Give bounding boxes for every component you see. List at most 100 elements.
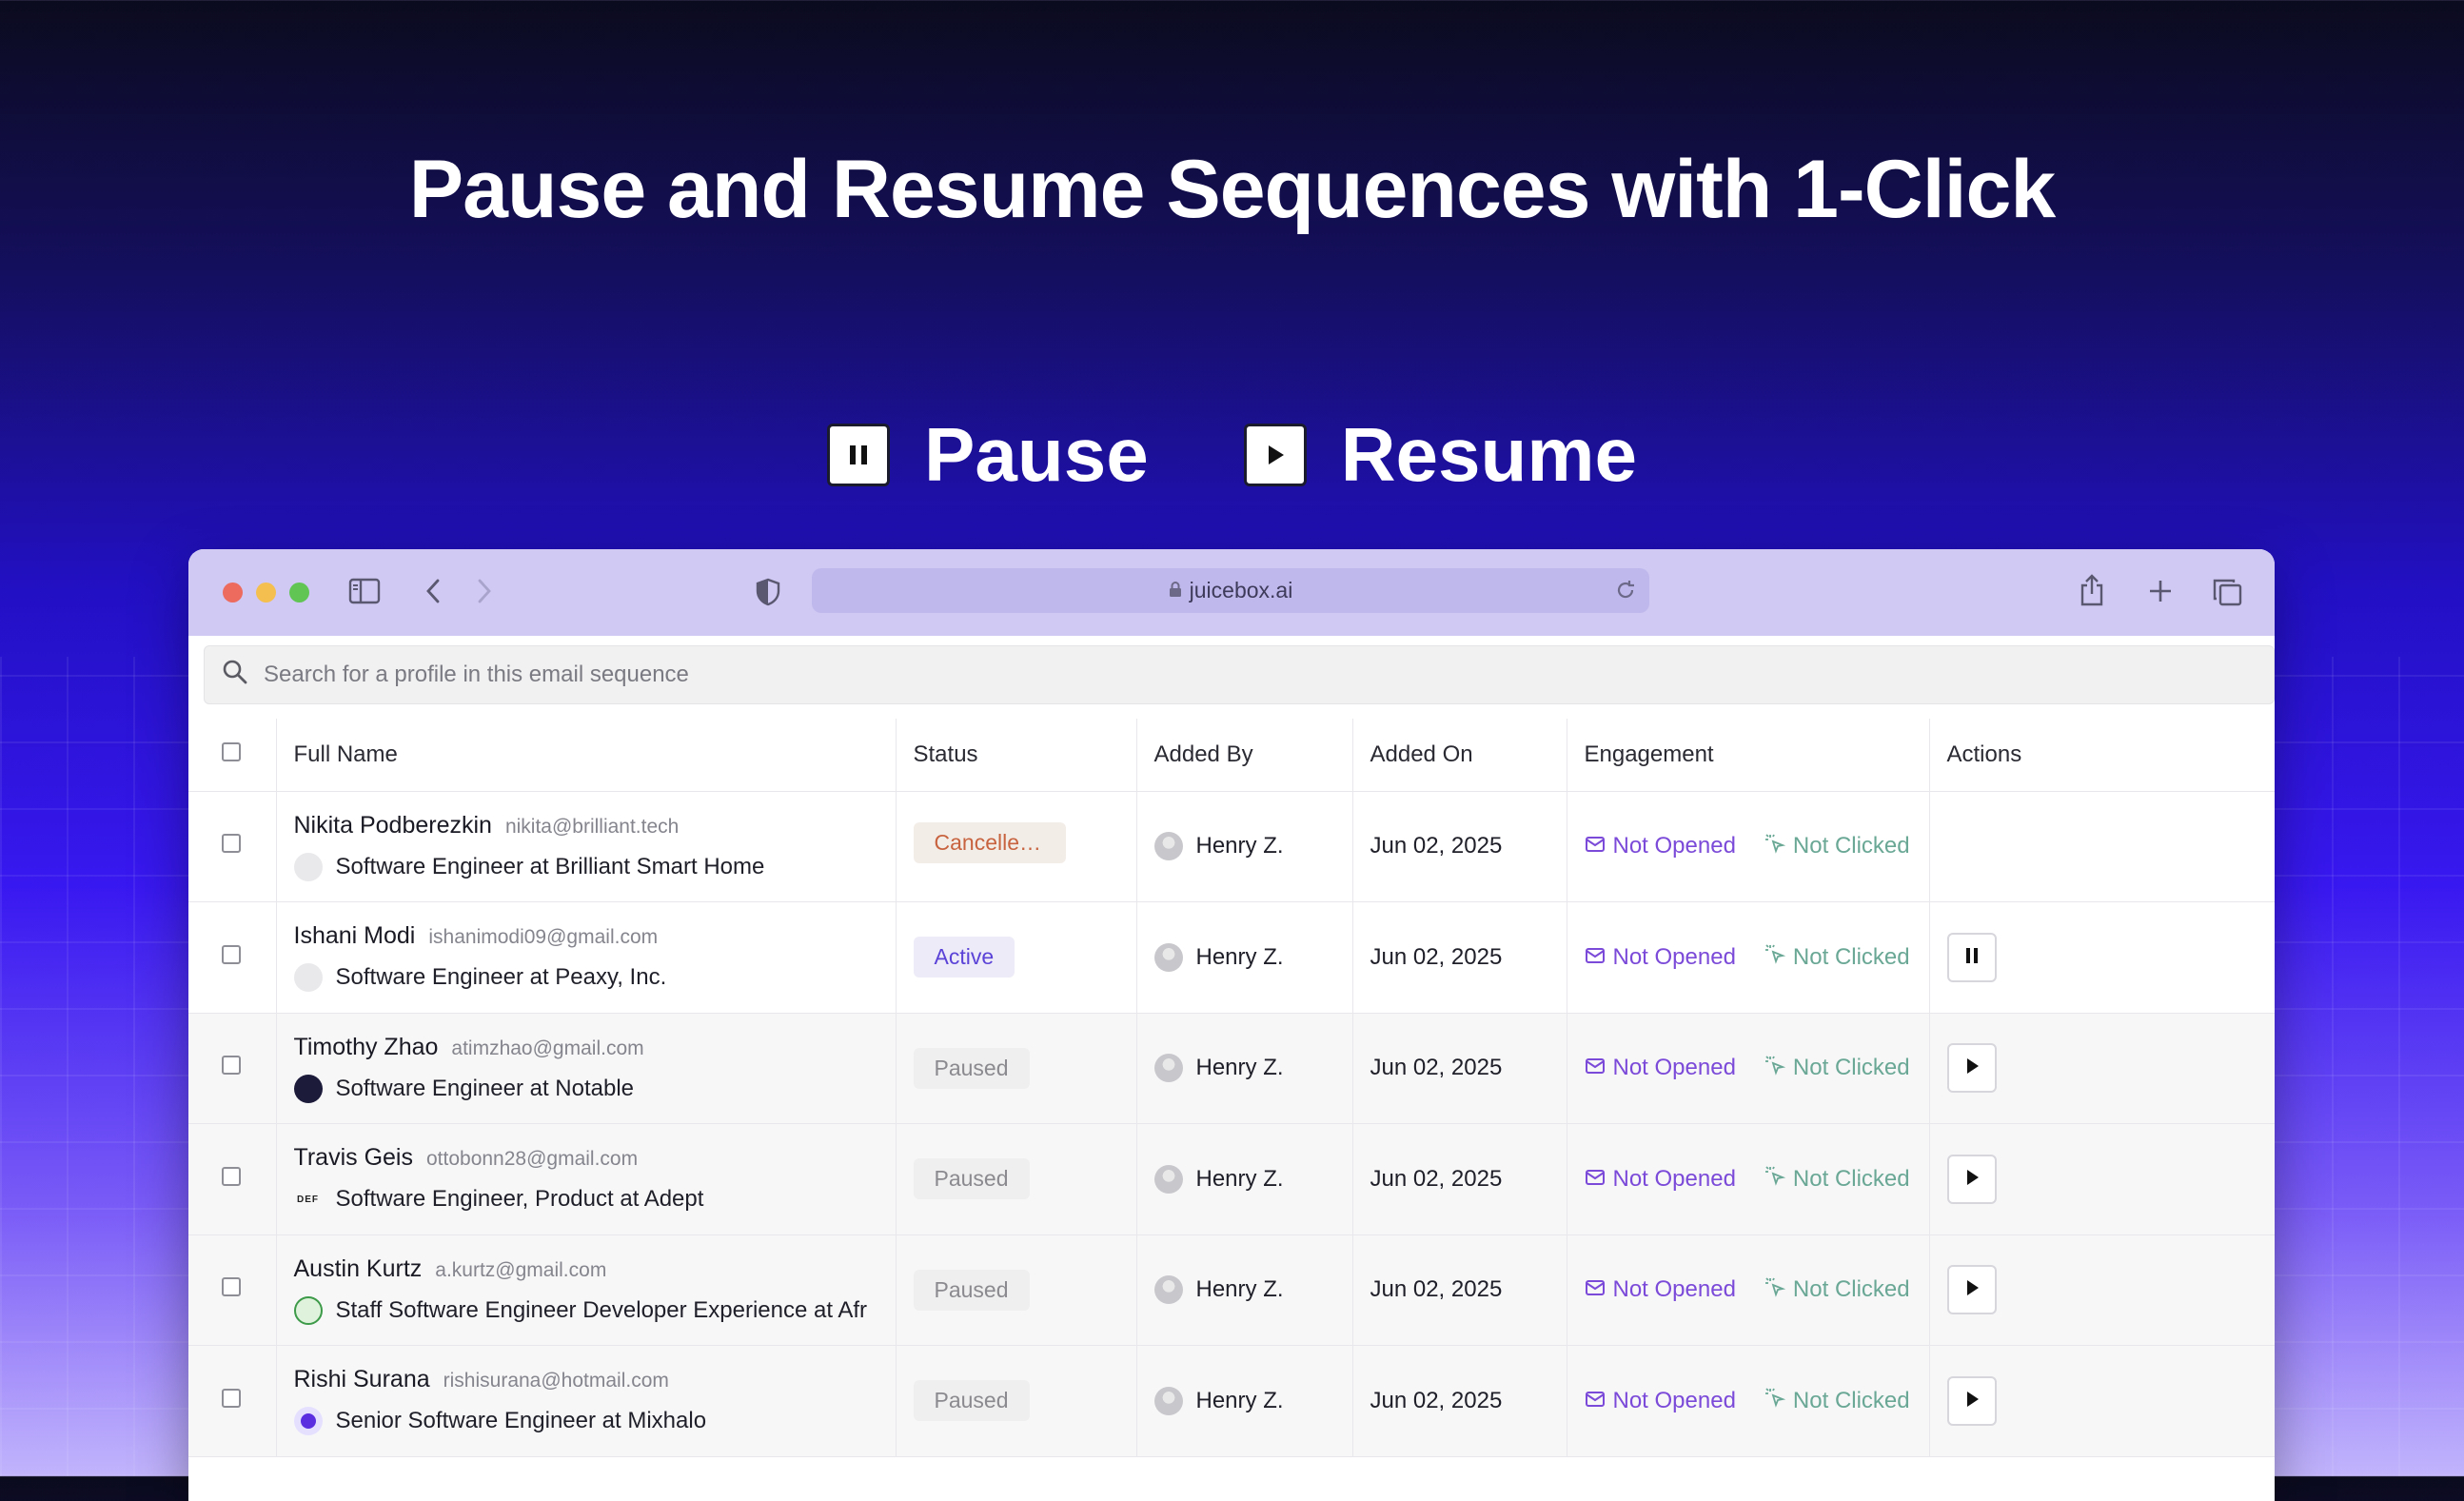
legend-resume-label: Resume [1340, 412, 1637, 497]
added-by-cell: Henry Z. [1136, 1345, 1353, 1457]
avatar [1153, 832, 1183, 861]
tabs-overview-icon[interactable] [2212, 578, 2242, 606]
profile-role: Senior Software Engineer at Mixhalo [335, 1408, 707, 1434]
pause-icon [1964, 944, 1980, 971]
added-by-name: Henry Z. [1195, 943, 1284, 970]
pause-sequence-button[interactable] [1946, 932, 1997, 982]
cursor-click-icon [1764, 1055, 1786, 1082]
play-icon [1964, 1276, 1980, 1303]
mail-icon [1585, 944, 1606, 971]
row-select-cell [188, 1123, 277, 1235]
search-placeholder: Search for a profile in this email seque… [264, 662, 689, 687]
column-header-added-by[interactable]: Added By [1136, 719, 1353, 792]
reload-icon[interactable] [1615, 580, 1636, 606]
opened-status: Not Opened [1585, 833, 1736, 859]
clicked-status: Not Clicked [1764, 943, 1910, 971]
row-checkbox[interactable] [222, 1056, 242, 1076]
row-checkbox[interactable] [222, 1277, 242, 1297]
opened-status: Not Opened [1585, 1166, 1736, 1193]
close-window-button[interactable] [223, 583, 243, 602]
table-row[interactable]: Travis Geis ottobonn28@gmail.com DEF Sof… [188, 1123, 2275, 1235]
company-logo-icon [293, 1074, 323, 1103]
avatar [1153, 1164, 1183, 1194]
row-select-cell [188, 1234, 277, 1346]
resume-sequence-button[interactable] [1946, 1375, 1997, 1426]
profile-name[interactable]: Timothy Zhao [294, 1034, 439, 1061]
status-badge: Paused [913, 1158, 1030, 1200]
search-icon [222, 659, 248, 692]
row-checkbox[interactable] [222, 944, 242, 964]
full-name-cell: Travis Geis ottobonn28@gmail.com DEF Sof… [276, 1123, 897, 1235]
clicked-status: Not Clicked [1764, 1387, 1910, 1414]
share-icon[interactable] [2080, 574, 2104, 606]
minimize-window-button[interactable] [256, 583, 276, 602]
actions-cell [1929, 1345, 2275, 1457]
sidebar-icon[interactable] [348, 578, 381, 604]
profile-name[interactable]: Travis Geis [294, 1144, 413, 1172]
profile-role: Staff Software Engineer Developer Experi… [335, 1296, 868, 1323]
browser-window: juicebox.ai Search for a profile in this… [188, 549, 2275, 1501]
cursor-click-icon [1764, 833, 1786, 860]
profile-email: ottobonn28@gmail.com [425, 1148, 639, 1171]
zoom-window-button[interactable] [289, 583, 309, 602]
status-badge: Paused [913, 1380, 1030, 1422]
address-bar[interactable]: juicebox.ai [812, 568, 1649, 613]
profile-name[interactable]: Nikita Podberezkin [294, 812, 492, 839]
legend-pause-label: Pause [924, 412, 1149, 497]
actions-cell [1929, 791, 2275, 902]
resume-sequence-button[interactable] [1946, 1265, 1997, 1315]
chevron-left-icon[interactable] [424, 578, 442, 604]
profile-search-input[interactable]: Search for a profile in this email seque… [204, 645, 2275, 704]
added-by-cell: Henry Z. [1136, 791, 1353, 902]
resume-sequence-button[interactable] [1946, 1043, 1997, 1094]
mail-icon [1585, 1388, 1606, 1414]
play-icon [1964, 1388, 1980, 1414]
actions-cell [1929, 1123, 2275, 1235]
column-header-full-name[interactable]: Full Name [276, 719, 897, 792]
row-select-cell [188, 901, 277, 1014]
added-on-cell: Jun 02, 2025 [1352, 1123, 1567, 1235]
row-checkbox[interactable] [222, 1166, 242, 1186]
column-header-actions: Actions [1929, 719, 2275, 792]
table-row[interactable]: Timothy Zhao atimzhao@gmail.com Software… [188, 1013, 2275, 1124]
status-cell: Cancelled (E... [896, 791, 1137, 902]
mail-icon [1585, 1055, 1606, 1081]
status-badge: Active [913, 937, 1015, 978]
row-checkbox[interactable] [222, 834, 242, 854]
table-row[interactable]: Rishi Surana rishisurana@hotmail.com Sen… [188, 1345, 2275, 1457]
opened-status: Not Opened [1585, 1276, 1736, 1303]
column-header-engagement[interactable]: Engagement [1567, 719, 1930, 792]
table-row[interactable]: Nikita Podberezkin nikita@brilliant.tech… [188, 791, 2275, 902]
clicked-label: Not Clicked [1792, 1387, 1910, 1413]
column-header-added-on[interactable]: Added On [1352, 719, 1567, 792]
avatar [1153, 942, 1183, 972]
shield-icon[interactable] [756, 578, 780, 606]
page-headline: Pause and Resume Sequences with 1-Click [408, 144, 2056, 235]
added-by-name: Henry Z. [1195, 1387, 1284, 1413]
opened-label: Not Opened [1612, 1387, 1736, 1413]
full-name-cell: Nikita Podberezkin nikita@brilliant.tech… [276, 791, 897, 902]
column-header-status[interactable]: Status [896, 719, 1137, 792]
table-row[interactable]: Austin Kurtz a.kurtz@gmail.com Staff Sof… [188, 1234, 2275, 1346]
mail-icon [1585, 1166, 1606, 1193]
profile-name[interactable]: Rishi Surana [294, 1366, 430, 1393]
resume-sequence-button[interactable] [1946, 1154, 1997, 1204]
chevron-right-icon[interactable] [476, 578, 493, 604]
table-row[interactable]: Ishani Modi ishanimodi09@gmail.com Softw… [188, 901, 2275, 1014]
browser-titlebar: juicebox.ai [188, 549, 2275, 636]
added-by-name: Henry Z. [1195, 1055, 1284, 1081]
opened-status: Not Opened [1585, 1388, 1736, 1414]
engagement-cell: Not Opened Not Clicked [1567, 1013, 1930, 1124]
opened-label: Not Opened [1612, 1055, 1736, 1081]
row-checkbox[interactable] [222, 1388, 242, 1408]
plus-icon[interactable] [2147, 578, 2174, 604]
profile-name[interactable]: Ishani Modi [294, 922, 416, 950]
select-all-checkbox[interactable] [222, 741, 242, 761]
clicked-label: Not Clicked [1792, 1165, 1910, 1192]
profile-name[interactable]: Austin Kurtz [294, 1255, 423, 1283]
opened-label: Not Opened [1612, 833, 1736, 859]
added-by-cell: Henry Z. [1136, 1013, 1353, 1124]
added-by-name: Henry Z. [1195, 1276, 1284, 1303]
engagement-cell: Not Opened Not Clicked [1567, 1345, 1930, 1457]
sequence-table: Full Name Status Added By Added On Engag… [188, 719, 2275, 1457]
